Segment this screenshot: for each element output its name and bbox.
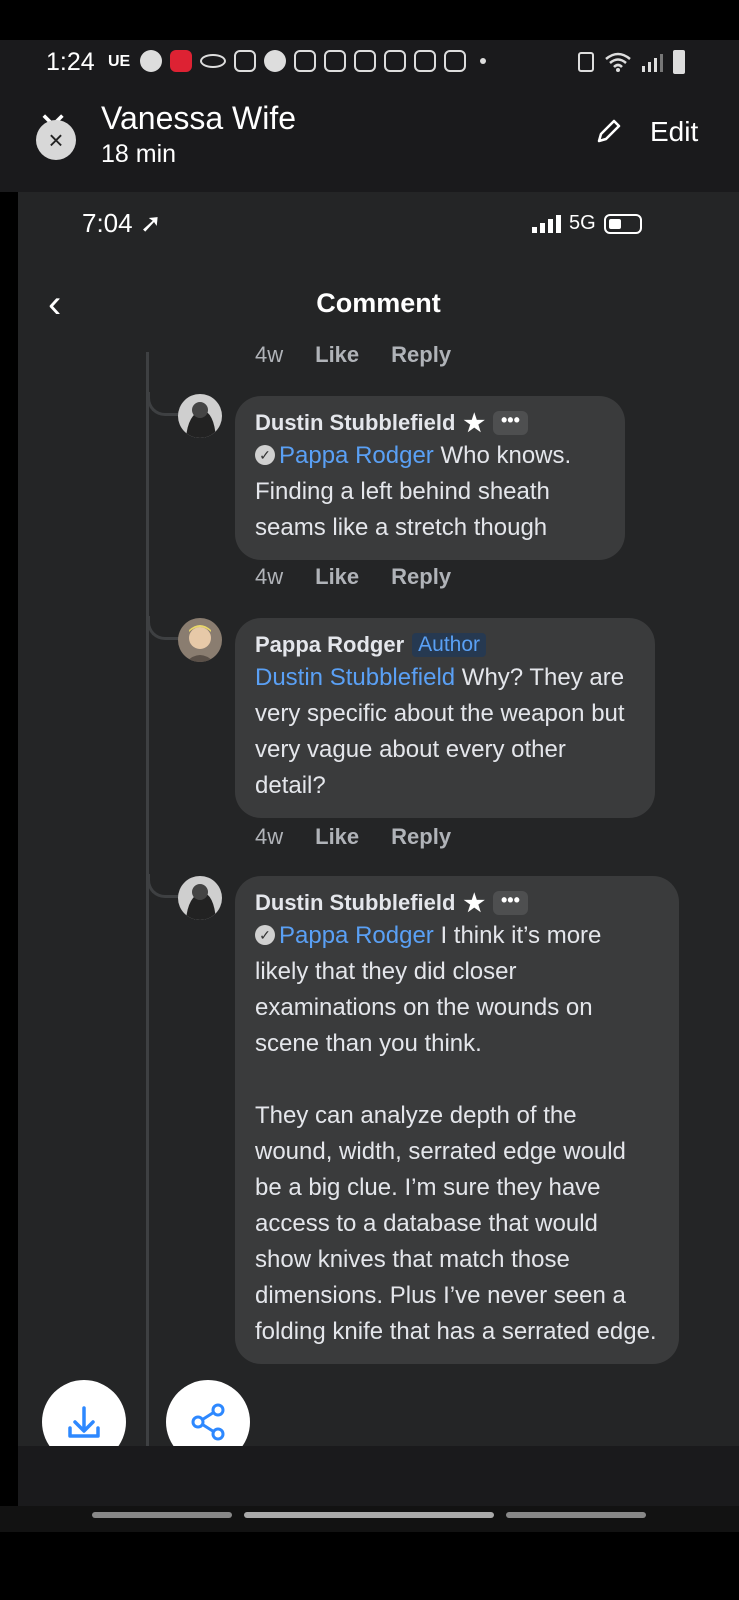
inner-signal-icon [532, 214, 561, 233]
thread-connector [147, 874, 181, 898]
progress-bar-area [0, 1506, 739, 1532]
reply-button[interactable]: Reply [391, 824, 451, 850]
voicemail-icon [200, 54, 226, 68]
thread-connector [147, 392, 181, 416]
mention-icon: ✓ [255, 444, 275, 465]
carrier-label: UE [108, 53, 131, 70]
home-icon [234, 50, 256, 72]
story-elapsed-time: 18 min [101, 140, 177, 168]
more-options-button[interactable]: ••• [492, 411, 528, 435]
ad-blocker-icon [170, 50, 192, 72]
comment-bubble: Pappa Rodger Author Dustin Stubblefield … [235, 618, 655, 818]
author-badge: Author [412, 633, 487, 657]
signal-icon [642, 52, 663, 72]
wifi-icon [605, 52, 631, 72]
comment-text: ✓ Pappa Rodger Who knows. Finding a left … [255, 442, 572, 541]
story-progress-segment [506, 1512, 646, 1518]
inner-status-time: 7:04 ➚ [82, 208, 162, 238]
mention-link[interactable]: Pappa Rodger [279, 442, 434, 469]
comment-age: 4w [255, 342, 284, 367]
inner-status-bar: 7:04 ➚ 5G [18, 192, 739, 262]
comment-actions: 4w Like Reply [255, 564, 451, 590]
edit-button[interactable]: Edit [650, 116, 698, 148]
reply-button[interactable]: Reply [391, 564, 451, 590]
comment-author[interactable]: Dustin Stubblefield [255, 410, 455, 436]
inner-battery-icon [603, 213, 642, 234]
comment-age: 4w [255, 564, 284, 589]
reply-button[interactable]: Reply [391, 342, 451, 368]
comment-age: 4w [255, 824, 284, 849]
avatar[interactable] [178, 394, 222, 438]
comment-actions: 4w Like Reply [255, 342, 451, 368]
lock-icon [578, 52, 594, 72]
thread-line [146, 352, 149, 1532]
comment-text: ✓ Pappa Rodger I think it’s more likely t… [255, 922, 602, 1057]
app-icon [264, 50, 286, 72]
instagram-icon-3 [354, 50, 376, 72]
story-header: ✕ × Vanessa Wife 18 min Edit [0, 86, 739, 192]
bottom-strip [18, 1446, 739, 1506]
mention-link[interactable]: Pappa Rodger [279, 922, 434, 949]
shared-screenshot: 7:04 ➚ 5G ‹ Comment 4w Like Reply Dustin… [18, 192, 739, 1532]
inner-system-icons: 5G [532, 212, 642, 235]
thread-connector [147, 616, 181, 640]
instagram-icon-2 [324, 50, 346, 72]
notification-icons [140, 50, 486, 72]
system-icons [578, 50, 685, 74]
outer-status-bar: 1:24 UE [0, 40, 739, 86]
story-author-name[interactable]: Vanessa Wife [101, 100, 296, 137]
page-title: Comment [316, 288, 441, 318]
instagram-icon-1 [294, 50, 316, 72]
like-button[interactable]: Like [315, 824, 359, 850]
instagram-icon-4 [384, 50, 406, 72]
pencil-icon[interactable] [596, 118, 622, 144]
messenger-icon [140, 50, 162, 72]
status-time: 1:24 [46, 48, 95, 76]
avatar[interactable] [178, 618, 222, 662]
avatar[interactable] [178, 876, 222, 920]
network-label: 5G [569, 212, 596, 234]
like-button[interactable]: Like [315, 342, 359, 368]
mention-icon: ✓ [255, 924, 275, 945]
story-progress-segment [244, 1512, 494, 1518]
comment-bubble: Dustin Stubblefield ★ ••• ✓ Pappa Rodger … [235, 876, 679, 1364]
comment-bubble: Dustin Stubblefield ★ ••• ✓ Pappa Rodger … [235, 396, 625, 560]
more-notifications-dot [480, 58, 486, 64]
gmail-icon [444, 50, 466, 72]
star-badge-icon: ★ [463, 409, 485, 437]
comment-author[interactable]: Dustin Stubblefield [255, 890, 455, 916]
battery-icon [673, 50, 685, 74]
mention-link[interactable]: Dustin Stubblefield [255, 664, 455, 691]
comment-nav-bar: ‹ Comment [18, 262, 739, 342]
comment-author[interactable]: Pappa Rodger [255, 632, 404, 658]
comment-text: Dustin Stubblefield Why? They are very s… [255, 664, 625, 799]
comment-actions: 4w Like Reply [255, 824, 451, 850]
story-progress-segment [92, 1512, 232, 1518]
comment-text-paragraph: They can analyze depth of the wound, wid… [255, 1102, 657, 1345]
more-options-button[interactable]: ••• [492, 891, 528, 915]
instagram-icon-5 [414, 50, 436, 72]
star-badge-icon: ★ [463, 889, 485, 917]
close-button[interactable]: × [36, 120, 76, 160]
like-button[interactable]: Like [315, 564, 359, 590]
location-arrow-icon: ➚ [139, 208, 162, 238]
